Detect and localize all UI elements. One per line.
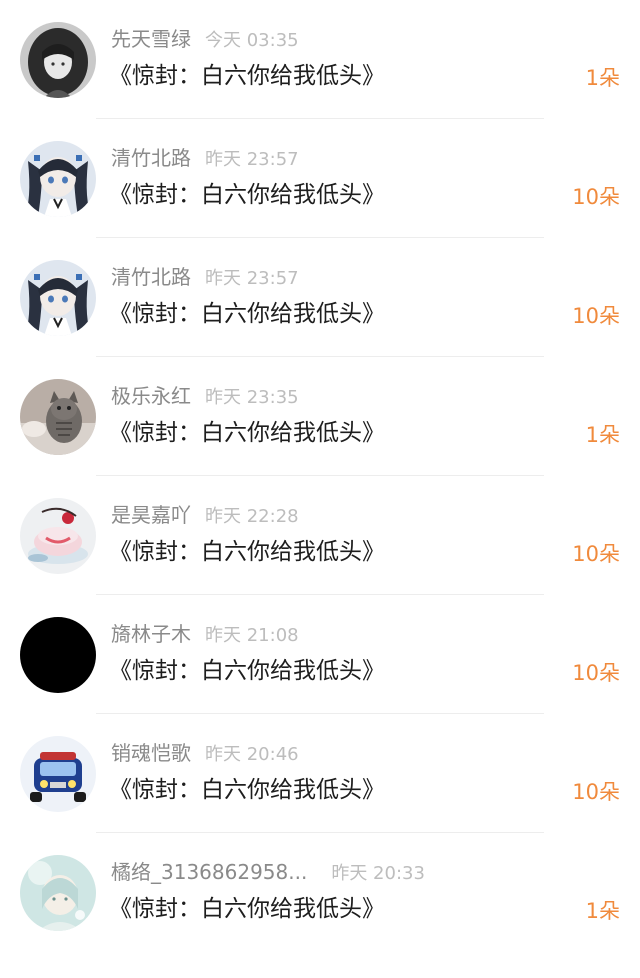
list-item[interactable]: 清竹北路 昨天 23:57 《惊封：白六你给我低头》 10朵 bbox=[0, 119, 640, 238]
gift-count: 10朵 bbox=[572, 661, 620, 685]
list-item[interactable]: 极乐永红 昨天 23:35 《惊封：白六你给我低头》 1朵 bbox=[0, 357, 640, 476]
avatar[interactable] bbox=[20, 141, 96, 217]
timestamp: 今天 03:35 bbox=[205, 30, 299, 51]
timestamp: 昨天 23:35 bbox=[205, 387, 299, 408]
list-item[interactable]: 是昊嘉吖 昨天 22:28 《惊封：白六你给我低头》 10朵 bbox=[0, 476, 640, 595]
list-item[interactable]: 旖林子木 昨天 21:08 《惊封：白六你给我低头》 10朵 bbox=[0, 595, 640, 714]
list-item[interactable]: 橘络_3136862958... 昨天 20:33 《惊封：白六你给我低头》 1朵 bbox=[0, 833, 640, 952]
avatar[interactable] bbox=[20, 855, 96, 931]
pastel-anime-avatar-icon bbox=[20, 855, 96, 931]
black-avatar-icon bbox=[20, 617, 96, 693]
avatar[interactable] bbox=[20, 498, 96, 574]
avatar[interactable] bbox=[20, 260, 96, 336]
user-name: 是昊嘉吖 昨天 22:28 bbox=[111, 502, 299, 530]
user-name-text: 旖林子木 bbox=[111, 622, 191, 646]
user-name-text: 清竹北路 bbox=[111, 265, 191, 289]
gift-count: 10朵 bbox=[572, 780, 620, 804]
list-item[interactable]: 销魂恺歌 昨天 20:46 《惊封：白六你给我低头》 10朵 bbox=[0, 714, 640, 833]
user-name: 先天雪绿 今天 03:35 bbox=[111, 26, 299, 54]
avatar[interactable] bbox=[20, 736, 96, 812]
list-item[interactable]: 清竹北路 昨天 23:57 《惊封：白六你给我低头》 10朵 bbox=[0, 238, 640, 357]
timestamp: 昨天 22:28 bbox=[205, 506, 299, 527]
user-name: 极乐永红 昨天 23:35 bbox=[111, 383, 299, 411]
anime-girl-twintails-avatar-icon bbox=[20, 141, 96, 217]
timestamp: 昨天 23:57 bbox=[205, 268, 299, 289]
book-title: 《惊封：白六你给我低头》 bbox=[109, 420, 385, 446]
gift-count: 10朵 bbox=[572, 185, 620, 209]
dessert-photo-avatar-icon bbox=[20, 498, 96, 574]
gift-record-list: 先天雪绿 今天 03:35 《惊封：白六你给我低头》 1朵 清竹北路 昨天 23:5… bbox=[0, 0, 640, 978]
book-title: 《惊封：白六你给我低头》 bbox=[109, 63, 385, 89]
book-title: 《惊封：白六你给我低头》 bbox=[109, 539, 385, 565]
gift-count: 10朵 bbox=[572, 542, 620, 566]
blue-car-avatar-icon bbox=[20, 736, 96, 812]
gift-count: 1朵 bbox=[585, 423, 620, 447]
user-name-text: 是昊嘉吖 bbox=[111, 503, 191, 527]
user-name: 清竹北路 昨天 23:57 bbox=[111, 145, 299, 173]
book-title: 《惊封：白六你给我低头》 bbox=[109, 896, 385, 922]
user-name: 清竹北路 昨天 23:57 bbox=[111, 264, 299, 292]
avatar[interactable] bbox=[20, 617, 96, 693]
book-title: 《惊封：白六你给我低头》 bbox=[109, 182, 385, 208]
avatar[interactable] bbox=[20, 379, 96, 455]
grayscale-anime-girl-avatar-icon bbox=[20, 22, 96, 98]
anime-girl-twintails-avatar-icon bbox=[20, 260, 96, 336]
user-name-text: 极乐永红 bbox=[111, 384, 191, 408]
timestamp: 昨天 21:08 bbox=[205, 625, 299, 646]
gift-count: 1朵 bbox=[585, 66, 620, 90]
book-title: 《惊封：白六你给我低头》 bbox=[109, 658, 385, 684]
timestamp: 昨天 20:33 bbox=[331, 863, 425, 884]
user-name-text: 销魂恺歌 bbox=[111, 741, 191, 765]
avatar[interactable] bbox=[20, 22, 96, 98]
timestamp: 昨天 20:46 bbox=[205, 744, 299, 765]
timestamp: 昨天 23:57 bbox=[205, 149, 299, 170]
user-name: 旖林子木 昨天 21:08 bbox=[111, 621, 299, 649]
gift-count: 1朵 bbox=[585, 899, 620, 923]
user-name-text: 橘络_3136862958... bbox=[111, 860, 308, 884]
book-title: 《惊封：白六你给我低头》 bbox=[109, 301, 385, 327]
cat-photo-avatar-icon bbox=[20, 379, 96, 455]
user-name: 橘络_3136862958... 昨天 20:33 bbox=[111, 859, 425, 887]
user-name-text: 先天雪绿 bbox=[111, 27, 191, 51]
book-title: 《惊封：白六你给我低头》 bbox=[109, 777, 385, 803]
user-name: 销魂恺歌 昨天 20:46 bbox=[111, 740, 299, 768]
list-item[interactable]: 先天雪绿 今天 03:35 《惊封：白六你给我低头》 1朵 bbox=[0, 0, 640, 119]
gift-count: 10朵 bbox=[572, 304, 620, 328]
user-name-text: 清竹北路 bbox=[111, 146, 191, 170]
